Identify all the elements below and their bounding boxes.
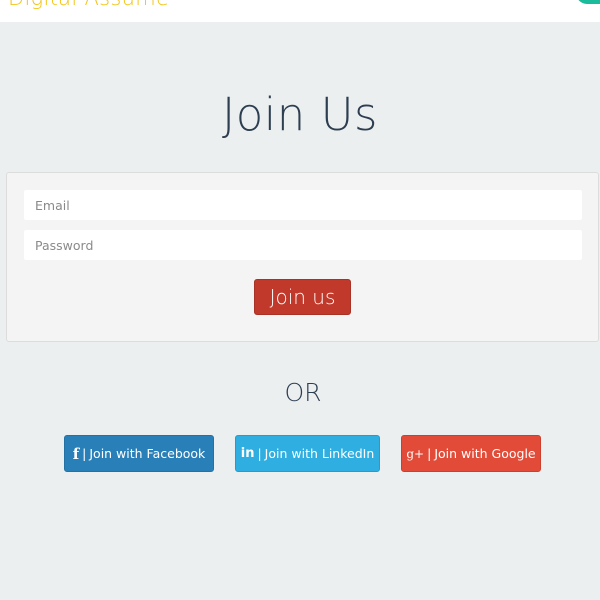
nav-pill-button[interactable] [576,0,600,4]
top-navbar: Digital Assume [0,0,600,22]
button-separator: | [82,446,87,461]
page-title: Join Us [221,88,378,141]
join-with-google-button[interactable]: g+ | Join with Google [401,435,541,472]
button-separator: | [427,446,432,461]
google-button-label: Join with Google [434,446,536,461]
join-with-linkedin-button[interactable]: in | Join with LinkedIn [235,435,380,472]
button-separator: | [257,446,262,461]
facebook-icon: f [72,444,80,463]
linkedin-icon: in [240,446,255,461]
brand-logo-text[interactable]: Digital Assume [8,0,169,10]
email-field[interactable] [24,190,582,220]
linkedin-button-label: Join with LinkedIn [264,446,375,461]
join-form-panel: Join us [6,172,599,342]
facebook-button-label: Join with Facebook [89,446,206,461]
join-with-facebook-button[interactable]: f | Join with Facebook [64,435,214,472]
join-us-button[interactable]: Join us [254,279,351,315]
password-field[interactable] [24,230,582,260]
page: Digital Assume Join Us Join us OR f | Jo… [0,0,600,600]
or-divider: OR [284,378,322,407]
google-plus-icon: g+ [406,446,425,461]
